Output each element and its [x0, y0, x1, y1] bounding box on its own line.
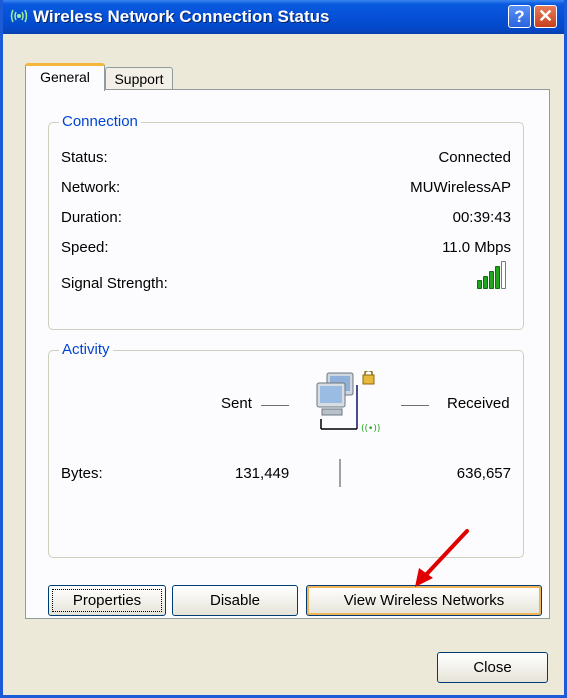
- connection-group: Connection Status: Connected Network: MU…: [48, 113, 524, 330]
- signal-row: Signal Strength:: [61, 275, 511, 295]
- annotation-arrow-icon: [415, 529, 469, 587]
- status-row: Status: Connected: [61, 149, 511, 169]
- sent-connector-line: [261, 405, 289, 406]
- title-bar[interactable]: Wireless Network Connection Status ? ✕: [3, 0, 564, 34]
- bytes-received-value: 636,657: [456, 465, 511, 482]
- wireless-network-icon: [9, 6, 29, 26]
- close-button[interactable]: Close: [437, 652, 548, 683]
- network-computers-icon: ((•)): [313, 369, 387, 441]
- speed-label: Speed:: [61, 239, 109, 256]
- properties-button[interactable]: Properties: [48, 585, 166, 616]
- duration-value: 00:39:43: [452, 209, 511, 226]
- bytes-label: Bytes:: [61, 465, 103, 482]
- speed-row: Speed: 11.0 Mbps: [61, 239, 511, 259]
- status-label: Status:: [61, 149, 108, 166]
- network-value: MUWirelessAP: [410, 179, 511, 196]
- duration-row: Duration: 00:39:43: [61, 209, 511, 229]
- svg-text:((•)): ((•)): [361, 424, 380, 434]
- network-row: Network: MUWirelessAP: [61, 179, 511, 199]
- signal-strength-icon: [477, 261, 511, 289]
- received-connector-line: [401, 405, 429, 406]
- disable-button[interactable]: Disable: [172, 585, 298, 616]
- general-tab-panel: Connection Status: Connected Network: MU…: [25, 89, 550, 619]
- close-window-button[interactable]: ✕: [534, 5, 557, 28]
- duration-label: Duration:: [61, 209, 122, 226]
- network-label: Network:: [61, 179, 121, 196]
- tab-support[interactable]: Support: [105, 67, 173, 90]
- status-dialog: Wireless Network Connection Status ? ✕ G…: [0, 0, 567, 698]
- bytes-sent-value: 131,449: [235, 465, 290, 482]
- sent-label: Sent: [221, 395, 252, 412]
- received-label: Received: [447, 395, 510, 412]
- signal-strength-label: Signal Strength:: [61, 275, 168, 292]
- activity-group: Activity Sent ((•)) Received Bytes: 131,…: [48, 341, 524, 558]
- speed-value: 11.0 Mbps: [442, 239, 511, 256]
- help-button[interactable]: ?: [508, 5, 531, 28]
- tab-general[interactable]: General: [25, 63, 105, 91]
- connection-group-title: Connection: [59, 113, 141, 131]
- activity-group-title: Activity: [59, 341, 113, 359]
- bytes-separator: [339, 459, 341, 487]
- window-title: Wireless Network Connection Status: [33, 7, 330, 26]
- status-value: Connected: [438, 149, 511, 166]
